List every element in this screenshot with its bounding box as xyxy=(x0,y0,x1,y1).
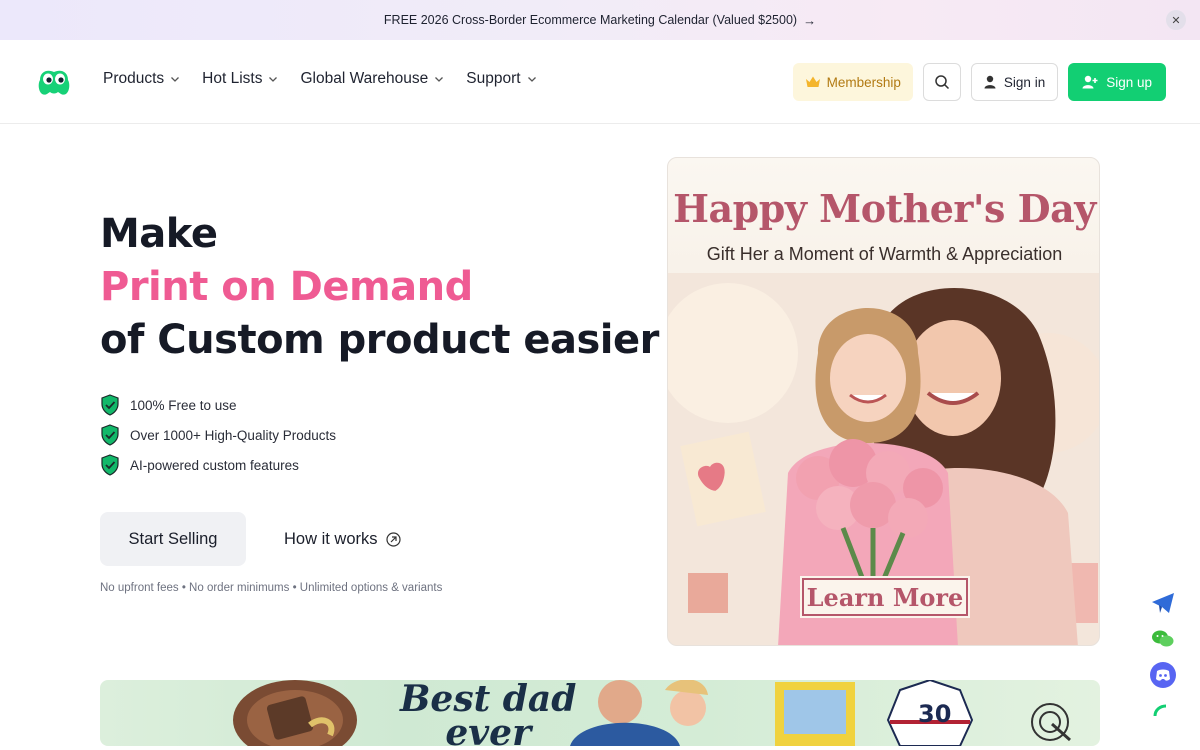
how-it-works-link[interactable]: How it works xyxy=(284,530,401,549)
banner-line-1: Best dad xyxy=(400,680,577,720)
membership-button[interactable]: Membership xyxy=(792,63,913,101)
hero-line-1: Make xyxy=(100,211,218,257)
chat-button[interactable] xyxy=(1150,698,1176,724)
shield-check-icon xyxy=(101,424,119,446)
promo-card-subtitle: Gift Her a Moment of Warmth & Appreciati… xyxy=(706,244,1063,264)
feature-item: Over 1000+ High-Quality Products xyxy=(100,420,336,450)
banner-headline: Best dad ever xyxy=(400,680,577,746)
arc-icon xyxy=(1153,704,1167,717)
mothers-day-promo-card[interactable]: Happy Mother's Day Gift Her a Moment of … xyxy=(667,157,1100,646)
user-icon xyxy=(984,75,996,89)
discord-icon xyxy=(1150,662,1176,688)
nav-support[interactable]: Support xyxy=(466,70,536,88)
site-header: Products Hot Lists Global Warehouse Supp… xyxy=(0,40,1200,124)
nav-products[interactable]: Products xyxy=(103,70,180,88)
learn-more-button[interactable]: Learn More xyxy=(800,576,970,618)
hero-line-3: of Custom product easier xyxy=(100,317,659,363)
add-user-icon xyxy=(1082,75,1098,89)
how-it-works-label: How it works xyxy=(284,529,378,548)
shield-check-icon xyxy=(101,394,119,416)
chevron-down-icon xyxy=(435,77,444,82)
start-selling-button[interactable]: Start Selling xyxy=(100,512,246,566)
sign-in-label: Sign in xyxy=(1003,74,1046,90)
nav-hot-lists-label: Hot Lists xyxy=(202,70,263,87)
feature-item: 100% Free to use xyxy=(100,390,336,420)
feature-list: 100% Free to use Over 1000+ High-Quality… xyxy=(100,390,336,480)
sign-up-button[interactable]: Sign up xyxy=(1068,63,1166,101)
promo-card-title: Happy Mother's Day xyxy=(673,186,1096,231)
sign-in-button[interactable]: Sign in xyxy=(970,63,1059,101)
arrow-up-right-circle-icon xyxy=(385,531,401,547)
feature-label: AI-powered custom features xyxy=(130,457,299,473)
best-dad-banner[interactable]: Best dad ever 30 xyxy=(100,680,1100,746)
sign-up-label: Sign up xyxy=(1106,74,1152,90)
nav-global-warehouse-label: Global Warehouse xyxy=(300,70,429,87)
telegram-button[interactable] xyxy=(1150,590,1176,616)
banner-line-2: ever xyxy=(445,712,532,746)
chevron-down-icon xyxy=(269,77,278,82)
membership-label: Membership xyxy=(826,74,901,90)
jersey-number: 30 xyxy=(918,700,952,728)
nav-hot-lists[interactable]: Hot Lists xyxy=(202,70,278,88)
hero-cta-group: Start Selling How it works xyxy=(100,512,401,566)
wechat-icon xyxy=(1152,630,1174,647)
feature-label: 100% Free to use xyxy=(130,397,237,413)
main-nav: Products Hot Lists Global Warehouse Supp… xyxy=(103,70,559,88)
search-button[interactable] xyxy=(922,63,961,101)
hero-headline: Make Print on Demand of Custom product e… xyxy=(100,208,659,367)
crown-icon xyxy=(805,76,820,87)
shield-check-icon xyxy=(101,454,119,476)
discord-button[interactable] xyxy=(1150,662,1176,688)
chevron-down-icon xyxy=(527,77,536,82)
paper-plane-icon xyxy=(1152,593,1174,613)
hero-fineprint: No upfront fees • No order minimums • Un… xyxy=(100,582,443,594)
feature-item: AI-powered custom features xyxy=(100,450,336,480)
floating-contact-bar xyxy=(1150,590,1176,724)
hero-line-2: Print on Demand xyxy=(100,264,473,310)
promo-bar[interactable]: FREE 2026 Cross-Border Ecommerce Marketi… xyxy=(0,0,1200,40)
nav-products-label: Products xyxy=(103,70,165,87)
wechat-button[interactable] xyxy=(1150,626,1176,652)
logo[interactable] xyxy=(36,66,72,96)
chevron-down-icon xyxy=(171,77,180,82)
search-icon xyxy=(935,75,949,90)
nav-support-label: Support xyxy=(466,70,521,87)
promo-text[interactable]: FREE 2026 Cross-Border Ecommerce Marketi… xyxy=(384,13,797,27)
nav-global-warehouse[interactable]: Global Warehouse xyxy=(300,70,444,88)
feature-label: Over 1000+ High-Quality Products xyxy=(130,427,336,443)
header-actions: Membership Sign in Sign up xyxy=(792,63,1166,101)
close-icon[interactable]: ✕ xyxy=(1166,10,1186,30)
arrow-right-icon: → xyxy=(803,12,817,28)
